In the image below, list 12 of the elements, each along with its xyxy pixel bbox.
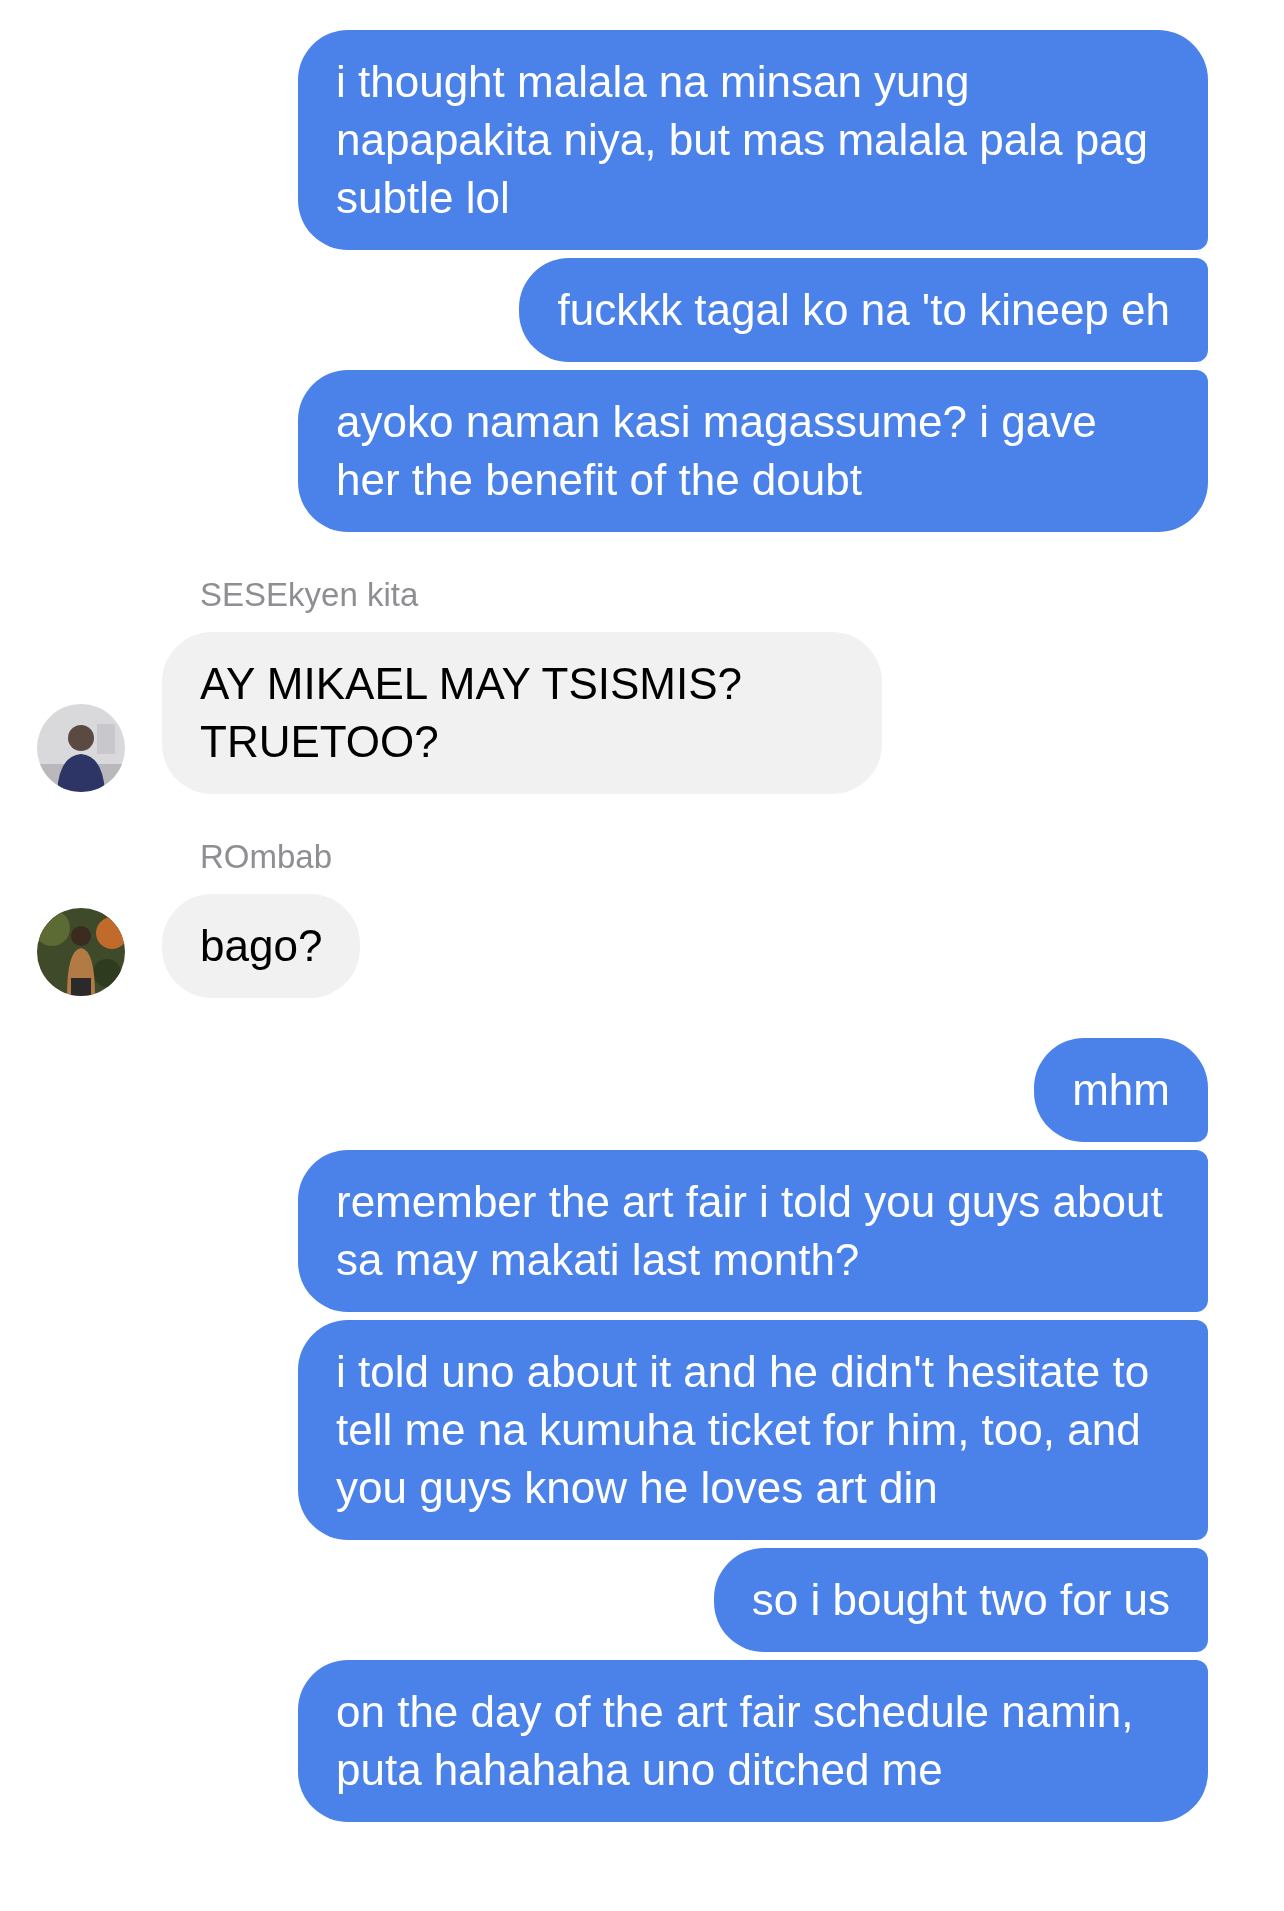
message-bubble: fuckkk tagal ko na 'to kineep eh	[519, 258, 1208, 362]
message-bubble: remember the art fair i told you guys about sa may makati last month?	[298, 1150, 1208, 1312]
message-bubble: on the day of the art fair schedule namin, puta hahahaha uno ditched me	[298, 1660, 1208, 1822]
message-bubble: so i bought two for us	[713, 1548, 1208, 1652]
message-bubble: i told uno about it and he didn't hesitate to tell me na kumuha ticket for him, too, and you guys know he loves art din	[298, 1320, 1208, 1540]
message-bubble: AY MIKAEL MAY TSISMIS? TRUETOO?	[162, 632, 882, 794]
message-bubble: i thought malala na minsan yung napapakita niya, but mas malala pala pag subtle lol	[298, 30, 1208, 250]
sender-name: ROmbab	[199, 838, 333, 877]
sender-name: SESEkyen kita	[199, 576, 419, 615]
message-bubble: mhm	[1034, 1038, 1208, 1142]
message-bubble: bago?	[162, 894, 361, 998]
message-bubble: ayoko naman kasi magassume? i gave her the benefit of the doubt	[298, 370, 1208, 532]
